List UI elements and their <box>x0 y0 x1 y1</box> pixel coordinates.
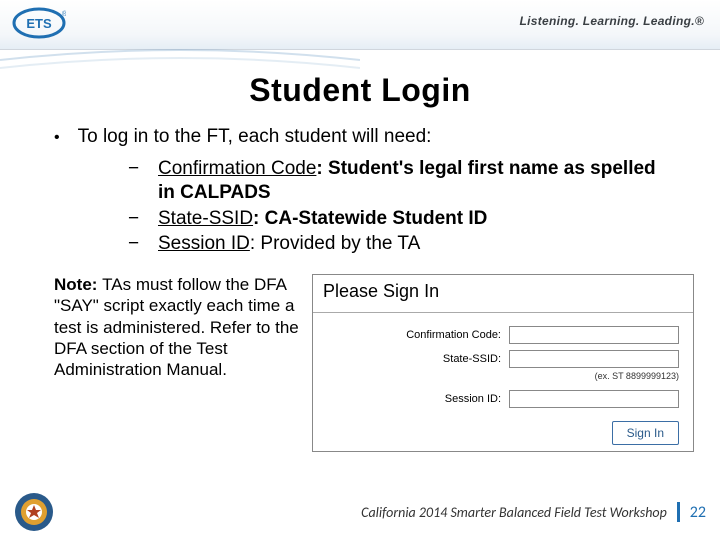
tagline: Listening. Learning. Leading.® <box>519 14 704 28</box>
svg-text:ETS: ETS <box>26 16 52 31</box>
label-confirmation: Confirmation Code: <box>406 329 501 341</box>
button-row: Sign In <box>313 411 693 451</box>
session-id-input[interactable] <box>509 390 679 408</box>
footer-right: California 2014 Smarter Balanced Field T… <box>361 502 706 522</box>
label-state-ssid: State-SSID: <box>443 353 501 365</box>
form-row-session: Session ID: <box>313 387 693 411</box>
note-row: Note: TAs must follow the DFA "SAY" scri… <box>0 266 720 452</box>
confirmation-code-input[interactable] <box>509 326 679 344</box>
page-number: 22 <box>690 503 706 522</box>
footer-divider <box>677 502 680 522</box>
list-item: − State-SSID: CA-Statewide Student ID <box>128 207 666 231</box>
state-seal-icon <box>14 492 54 532</box>
decorative-swoosh <box>0 40 360 80</box>
signin-title: Please Sign In <box>313 275 693 313</box>
slide-content: • To log in to the FT, each student will… <box>0 109 720 256</box>
dash-icon: − <box>128 157 140 205</box>
ssid-hint: (ex. ST 8899999123) <box>313 371 693 387</box>
list-item: − Session ID: Provided by the TA <box>128 232 666 256</box>
footer-text: California 2014 Smarter Balanced Field T… <box>361 504 667 521</box>
item-text: Session ID: Provided by the TA <box>158 232 420 256</box>
ets-logo: ETS ® <box>12 6 66 40</box>
dash-icon: − <box>128 232 140 256</box>
intro-text: To log in to the FT, each student will n… <box>78 125 432 151</box>
bullet-dot-icon: • <box>54 125 60 151</box>
note-text: Note: TAs must follow the DFA "SAY" scri… <box>54 274 302 380</box>
form-row-ssid: State-SSID: <box>313 347 693 371</box>
item-text: State-SSID: CA-Statewide Student ID <box>158 207 487 231</box>
sign-in-button[interactable]: Sign In <box>612 421 679 445</box>
item-text: Confirmation Code: Student's legal first… <box>158 157 666 205</box>
dash-icon: − <box>128 207 140 231</box>
label-session-id: Session ID: <box>445 393 501 405</box>
bullet-intro: • To log in to the FT, each student will… <box>54 125 666 151</box>
slide-footer: California 2014 Smarter Balanced Field T… <box>0 492 720 532</box>
form-row-confirmation: Confirmation Code: <box>313 323 693 347</box>
signin-panel: Please Sign In Confirmation Code: State-… <box>312 274 694 452</box>
sublist: − Confirmation Code: Student's legal fir… <box>128 157 666 256</box>
svg-text:®: ® <box>62 10 66 18</box>
list-item: − Confirmation Code: Student's legal fir… <box>128 157 666 205</box>
state-ssid-input[interactable] <box>509 350 679 368</box>
